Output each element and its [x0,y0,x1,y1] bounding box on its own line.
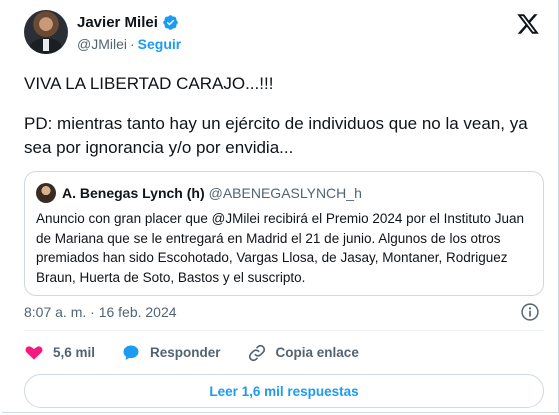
quoted-tweet[interactable]: A. Benegas Lynch (h) @ABENEGASLYNCH_h An… [24,171,544,296]
x-logo-icon[interactable] [516,12,540,36]
quoted-author-avatar [36,183,56,203]
tweet-timestamp[interactable]: 8:07 a. m. · 16 feb. 2024 [24,304,177,320]
reply-label: Responder [150,345,221,360]
quoted-text: Anuncio con gran placer que @JMilei reci… [36,211,524,285]
tweet-actions: 5,6 mil Responder Copia enlace [24,330,544,374]
author-name[interactable]: Javier Milei [77,14,158,31]
verified-badge-icon [163,15,178,30]
quoted-author-handle: @ABENEGASLYNCH_h [208,185,362,201]
read-replies-button[interactable]: Leer 1,6 mil respuestas [24,374,544,408]
quoted-author-name: A. Benegas Lynch (h) [62,185,205,201]
reply-bubble-icon [123,345,139,360]
follow-button[interactable]: Seguir [138,36,182,52]
quoted-header: A. Benegas Lynch (h) @ABENEGASLYNCH_h [62,185,362,201]
info-icon[interactable] [520,302,540,322]
avatar-collar [43,39,49,51]
author-handle-row: @JMilei · Seguir [77,36,181,52]
like-count: 5,6 mil [53,345,96,360]
author-name-row: Javier Milei [77,14,179,31]
tweet-line-1: VIVA LA LIBERTAD CARAJO...!!! [24,74,274,93]
tweet-line-2: PD: mientras tanto hay un ejército de in… [24,114,528,157]
handle-separator: · [130,36,135,52]
link-icon [248,344,265,361]
tweet-text: VIVA LA LIBERTAD CARAJO...!!! PD: mientr… [24,72,544,160]
reply-button[interactable]: Responder [121,343,221,363]
copy-link-button[interactable]: Copia enlace [247,343,359,363]
heart-icon [25,345,43,360]
tweet-header: Javier Milei @JMilei · Seguir [24,10,544,60]
tweet-embed-card: Javier Milei @JMilei · Seguir VIVA LA LI… [2,0,559,413]
author-handle[interactable]: @JMilei [77,36,127,52]
copy-link-label: Copia enlace [275,345,359,360]
like-button[interactable]: 5,6 mil [24,343,95,363]
author-avatar[interactable] [24,10,68,54]
